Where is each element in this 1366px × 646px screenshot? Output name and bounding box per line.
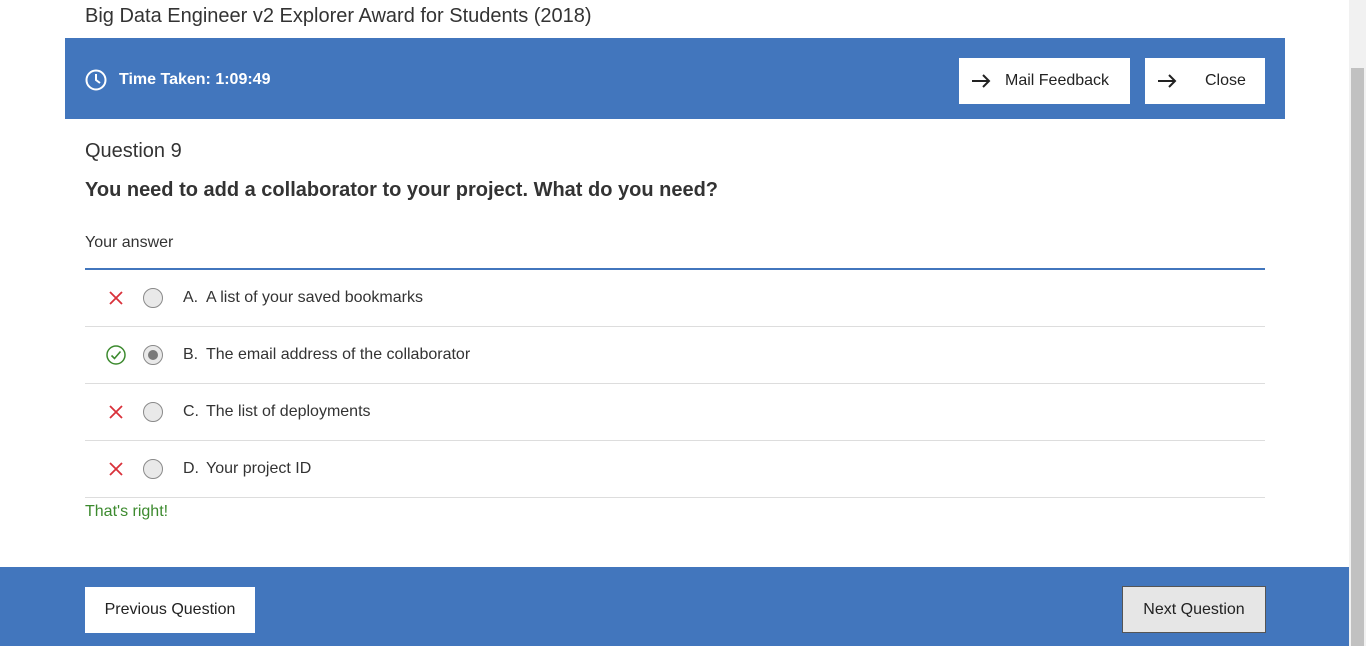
option-text: The list of deployments bbox=[206, 403, 371, 420]
answer-options: A. A list of your saved bookmarks B. The… bbox=[85, 270, 1265, 498]
answer-option-d[interactable]: D. Your project ID bbox=[85, 441, 1265, 498]
option-text: The email address of the collaborator bbox=[206, 346, 471, 363]
answer-option-a[interactable]: A. A list of your saved bookmarks bbox=[85, 270, 1265, 327]
radio-button-selected[interactable] bbox=[143, 345, 163, 365]
top-toolbar: Time Taken: 1:09:49 Mail Feedback Close bbox=[65, 38, 1285, 119]
answer-option-b[interactable]: B. The email address of the collaborator bbox=[85, 327, 1265, 384]
x-icon bbox=[109, 405, 123, 419]
mail-feedback-label: Mail Feedback bbox=[1005, 72, 1110, 89]
mail-feedback-button[interactable]: Mail Feedback bbox=[959, 58, 1130, 104]
answer-label: Your answer bbox=[85, 234, 174, 251]
scrollbar-thumb[interactable] bbox=[1351, 68, 1364, 646]
question-text: You need to add a collaborator to your p… bbox=[85, 179, 718, 201]
radio-button[interactable] bbox=[143, 459, 163, 479]
clock-icon bbox=[85, 69, 107, 91]
option-letter: A. bbox=[183, 289, 199, 306]
option-letter: D. bbox=[183, 460, 199, 477]
arrow-right-icon bbox=[972, 74, 991, 88]
check-circle-icon bbox=[106, 345, 126, 365]
close-label: Close bbox=[1205, 72, 1246, 89]
radio-button[interactable] bbox=[143, 288, 163, 308]
question-number: Question 9 bbox=[85, 140, 182, 162]
timer: Time Taken: 1:09:49 bbox=[85, 69, 270, 91]
next-question-button[interactable]: Next Question bbox=[1122, 586, 1266, 633]
option-letter: C. bbox=[183, 403, 199, 420]
answer-option-c[interactable]: C. The list of deployments bbox=[85, 384, 1265, 441]
vertical-scrollbar[interactable] bbox=[1349, 0, 1366, 646]
close-button[interactable]: Close bbox=[1145, 58, 1265, 104]
x-icon bbox=[109, 291, 123, 305]
radio-button[interactable] bbox=[143, 402, 163, 422]
option-text: Your project ID bbox=[206, 460, 312, 477]
option-text: A list of your saved bookmarks bbox=[206, 289, 423, 306]
page-title: Big Data Engineer v2 Explorer Award for … bbox=[85, 5, 592, 27]
arrow-right-icon bbox=[1158, 74, 1177, 88]
timer-text: Time Taken: 1:09:49 bbox=[119, 71, 271, 88]
bottom-navigation: Previous Question Next Question bbox=[0, 567, 1349, 646]
option-letter: B. bbox=[183, 346, 199, 363]
x-icon bbox=[109, 462, 123, 476]
feedback-message: That's right! bbox=[85, 503, 169, 520]
previous-question-button[interactable]: Previous Question bbox=[85, 587, 255, 633]
